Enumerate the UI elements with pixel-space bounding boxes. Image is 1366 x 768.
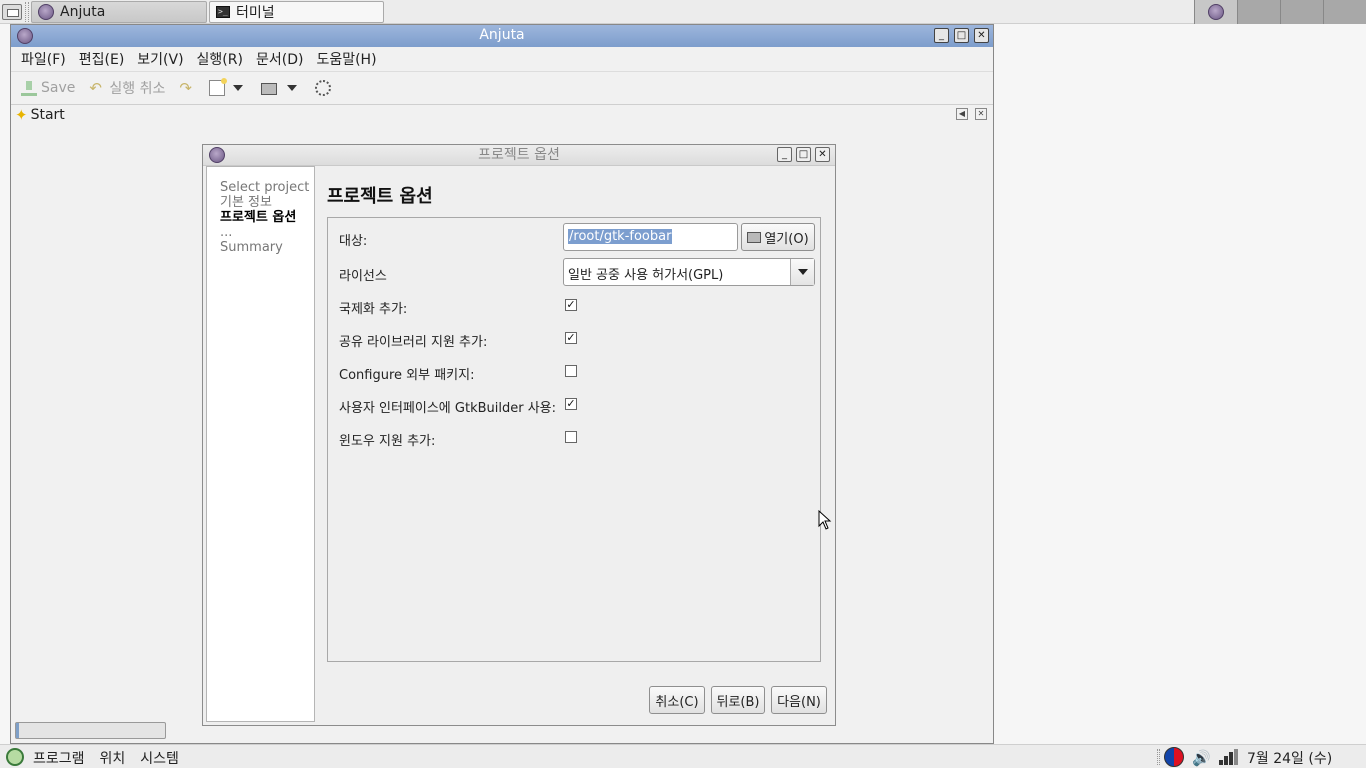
tray-handle[interactable] [1157, 749, 1160, 765]
license-select[interactable]: 일반 공중 사용 허가서(GPL) [563, 258, 815, 286]
workspace-switcher [1194, 0, 1366, 24]
shared-lib-checkbox[interactable]: ✓ [565, 332, 577, 344]
minimize-button[interactable]: _ [934, 28, 949, 43]
step-ellipsis: ... [220, 225, 233, 240]
terminal-icon: >_ [216, 6, 230, 18]
maximize-button[interactable]: □ [954, 28, 969, 43]
menu-file[interactable]: 파일(F) [21, 49, 66, 69]
option-label-configure-packages: Configure 외부 패키지: [339, 368, 475, 383]
clock[interactable]: 7월 24일 (수) 16:37 [1247, 748, 1366, 768]
target-label: 대상: [339, 234, 368, 249]
i18n-checkbox[interactable]: ✓ [565, 299, 577, 311]
project-options-dialog: 프로젝트 옵션 _ □ ✕ Select project 기본 정보 프로젝트 … [202, 144, 836, 726]
folder-icon [747, 231, 762, 243]
window-title: Anjuta [479, 27, 525, 43]
options-frame: 대상: /root/gtk-foobar 열기(O) 라이선스 일반 공중 사용… [327, 217, 821, 662]
new-file-dropdown-icon[interactable] [233, 85, 244, 91]
anjuta-icon [209, 147, 225, 163]
license-label: 라이선스 [339, 269, 387, 284]
windows-support-checkbox[interactable] [565, 431, 577, 443]
menu-run[interactable]: 실행(R) [197, 49, 243, 69]
close-button[interactable]: ✕ [815, 147, 830, 162]
menu-applications[interactable]: 프로그램 [33, 748, 85, 768]
option-label-windows-support: 윈도우 지원 추가: [339, 434, 436, 449]
taskbar-item-label: 터미널 [236, 5, 275, 21]
undo-label: 실행 취소 [109, 81, 166, 97]
menubar: 파일(F) 편집(E) 보기(V) 실행(R) 문서(D) 도움말(H) [11, 47, 993, 71]
browse-button-label: 열기(O) [764, 231, 809, 247]
license-value: 일반 공중 사용 허가서(GPL) [568, 268, 724, 283]
build-button[interactable] [315, 80, 332, 96]
anjuta-icon [17, 28, 33, 44]
browse-button[interactable]: 열기(O) [741, 223, 815, 251]
step-basic-info: 기본 정보 [220, 195, 272, 210]
dialog-titlebar[interactable]: 프로젝트 옵션 _ □ ✕ [203, 145, 835, 166]
dialog-title: 프로젝트 옵션 [478, 147, 560, 163]
window-titlebar[interactable]: Anjuta _ □ ✕ [11, 25, 993, 47]
assistant-steps: Select project 기본 정보 프로젝트 옵션 ... Summary [206, 166, 315, 722]
menu-system[interactable]: 시스템 [140, 748, 179, 768]
undo-icon: ↶ [89, 79, 102, 97]
back-button[interactable]: 뒤로(B) [711, 686, 765, 714]
step-summary: Summary [220, 240, 283, 255]
tab-start[interactable]: Start [31, 107, 65, 123]
tab-scroll-left-icon[interactable]: ◀ [956, 108, 968, 120]
cancel-button[interactable]: 취소(C) [649, 686, 705, 714]
redo-button[interactable]: ↷ [179, 80, 195, 96]
taskbar-item-terminal[interactable]: >_ 터미널 [209, 1, 384, 23]
target-path-input[interactable]: /root/gtk-foobar [563, 223, 738, 251]
maximize-button[interactable]: □ [796, 147, 811, 162]
workspace-3[interactable] [1280, 0, 1323, 24]
volume-icon[interactable]: 🔊 [1192, 749, 1211, 767]
input-method-icon[interactable] [1164, 747, 1184, 767]
panel-handle[interactable] [25, 2, 29, 22]
top-panel: Anjuta >_ 터미널 [0, 0, 1366, 24]
bottom-panel: 프로그램 위치 시스템 🔊 7월 24일 (수) 16:37 [0, 744, 1366, 768]
configure-packages-checkbox[interactable] [565, 365, 577, 377]
menu-edit[interactable]: 편집(E) [79, 49, 125, 69]
new-file-button[interactable] [209, 78, 228, 96]
target-path-value: /root/gtk-foobar [568, 229, 673, 244]
option-label-i18n: 국제화 추가: [339, 302, 408, 317]
undo-button[interactable]: ↶ 실행 취소 [89, 78, 165, 98]
build-icon [315, 80, 332, 96]
toolbar: Save ↶ 실행 취소 ↷ [11, 71, 993, 105]
tab-close-icon[interactable]: ✕ [975, 108, 987, 120]
menu-view[interactable]: 보기(V) [137, 49, 183, 69]
star-icon: ✦ [15, 106, 28, 124]
save-button[interactable]: Save [21, 80, 75, 96]
folder-open-icon [261, 83, 278, 95]
menu-documents[interactable]: 문서(D) [256, 49, 303, 69]
option-label-shared-lib: 공유 라이브러리 지원 추가: [339, 335, 488, 350]
progress-bar [15, 722, 166, 739]
redo-icon: ↷ [179, 79, 192, 97]
document-tabs: ✦ Start ◀ ✕ [11, 105, 993, 125]
show-desktop-icon[interactable] [2, 4, 22, 20]
save-label: Save [41, 80, 76, 96]
network-icon[interactable] [1219, 749, 1239, 765]
minimize-button[interactable]: _ [777, 147, 792, 162]
save-icon [21, 80, 37, 96]
step-select-project: Select project [220, 180, 310, 195]
workspace-1[interactable] [1194, 0, 1237, 24]
open-button[interactable] [261, 81, 278, 95]
next-button[interactable]: 다음(N) [771, 686, 827, 714]
close-button[interactable]: ✕ [974, 28, 989, 43]
new-file-icon [209, 78, 228, 96]
step-project-options: 프로젝트 옵션 [220, 210, 297, 225]
anjuta-icon [38, 4, 54, 20]
menu-places[interactable]: 위치 [100, 748, 126, 768]
page-title: 프로젝트 옵션 [327, 186, 433, 207]
chevron-down-icon[interactable] [790, 259, 814, 285]
taskbar-item-anjuta[interactable]: Anjuta [31, 1, 207, 23]
option-label-gtkbuilder: 사용자 인터페이스에 GtkBuilder 사용: [339, 401, 557, 416]
main-menu-logo-icon[interactable] [6, 748, 24, 766]
open-dropdown-icon[interactable] [287, 85, 298, 91]
taskbar-item-label: Anjuta [60, 4, 106, 20]
workspace-2[interactable] [1237, 0, 1280, 24]
workspace-4[interactable] [1323, 0, 1366, 24]
menu-help[interactable]: 도움말(H) [316, 49, 376, 69]
gtkbuilder-checkbox[interactable]: ✓ [565, 398, 577, 410]
anjuta-icon [1208, 4, 1224, 20]
